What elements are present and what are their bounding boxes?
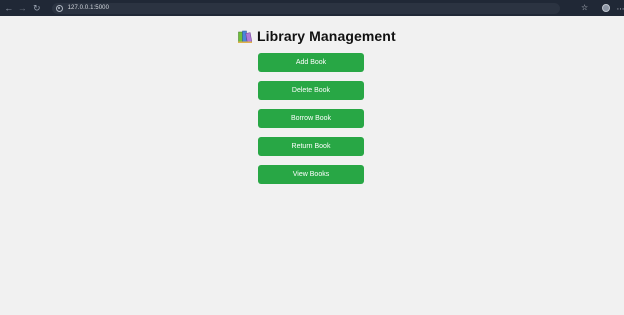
forward-arrow-icon[interactable]: → <box>16 1 30 15</box>
add-book-button[interactable]: Add Book <box>258 53 364 72</box>
reload-icon[interactable]: ↻ <box>30 1 44 15</box>
page-header: Library Management <box>238 27 396 45</box>
borrow-book-button[interactable]: Borrow Book <box>258 109 364 128</box>
page-title: Library Management <box>257 28 396 44</box>
site-info-icon[interactable] <box>55 4 63 12</box>
delete-book-button[interactable]: Delete Book <box>258 81 364 100</box>
return-book-button[interactable]: Return Book <box>258 137 364 156</box>
view-books-button[interactable]: View Books <box>258 165 364 184</box>
profile-avatar-icon[interactable] <box>602 4 610 12</box>
bookmark-star-icon[interactable]: ☆ <box>581 4 588 12</box>
browser-toolbar: ← → ↻ 127.0.0.1:5000 ☆ ⋮ <box>0 0 624 16</box>
page-content: Library Management Add Book Delete Book … <box>0 16 624 315</box>
url-text[interactable]: 127.0.0.1:5000 <box>68 5 109 11</box>
address-bar[interactable]: 127.0.0.1:5000 <box>51 2 561 14</box>
books-icon <box>238 30 252 43</box>
more-menu-icon[interactable]: ⋮ <box>616 5 624 12</box>
back-arrow-icon[interactable]: ← <box>2 1 16 15</box>
